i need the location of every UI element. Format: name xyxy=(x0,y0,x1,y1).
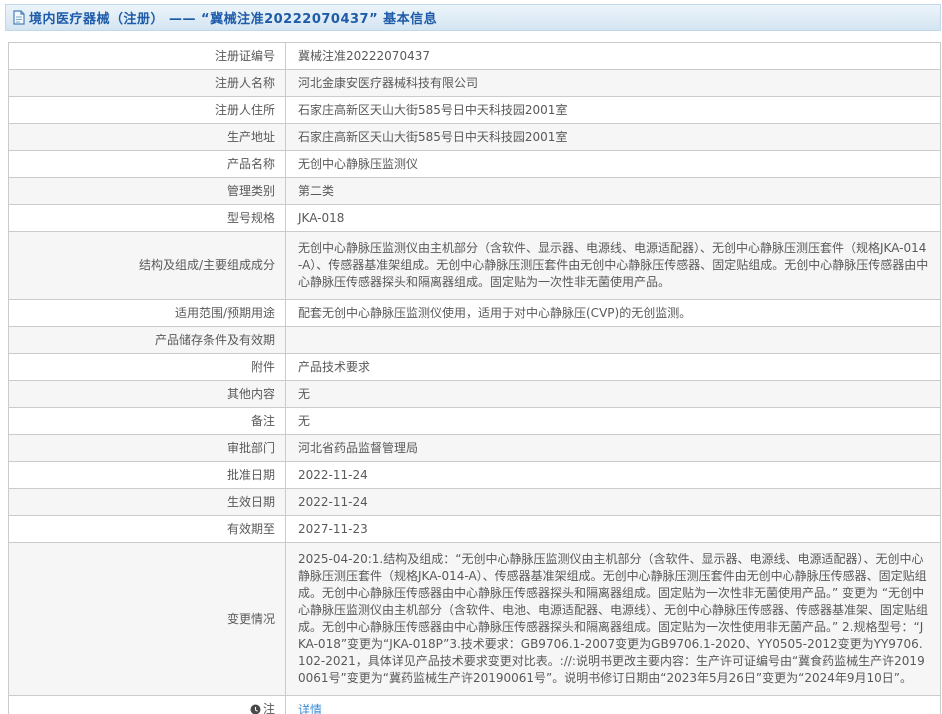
row-value: 配套无创中心静脉压监测仪使用，适用于对中心静脉压(CVP)的无创监测。 xyxy=(286,300,941,327)
table-row-note: 注 详情 xyxy=(9,696,941,714)
row-value: 无 xyxy=(286,381,941,408)
page-title: 境内医疗器械（注册） —— “冀械注准20222070437” 基本信息 xyxy=(29,8,437,27)
table-row: 产品储存条件及有效期 xyxy=(9,327,941,354)
row-label: 其他内容 xyxy=(9,381,286,408)
row-value: 石家庄高新区天山大街585号日中天科技园2001室 xyxy=(286,97,941,124)
row-value xyxy=(286,327,941,354)
row-label: 审批部门 xyxy=(9,435,286,462)
row-value: 产品技术要求 xyxy=(286,354,941,381)
row-label: 管理类别 xyxy=(9,178,286,205)
table-row: 生产地址 石家庄高新区天山大街585号日中天科技园2001室 xyxy=(9,124,941,151)
row-value: 2022-11-24 xyxy=(286,462,941,489)
row-value: 2027-11-23 xyxy=(286,516,941,543)
page-title-bar: 境内医疗器械（注册） —— “冀械注准20222070437” 基本信息 xyxy=(5,4,941,31)
table-row: 其他内容 无 xyxy=(9,381,941,408)
table-row: 生效日期 2022-11-24 xyxy=(9,489,941,516)
detail-link[interactable]: 详情 xyxy=(298,703,322,714)
row-value: 河北省药品监督管理局 xyxy=(286,435,941,462)
row-value: 第二类 xyxy=(286,178,941,205)
row-label: 产品名称 xyxy=(9,151,286,178)
row-value: 2025-04-20:1.结构及组成：“无创中心静脉压监测仪由主机部分（含软件、… xyxy=(286,543,941,696)
row-value: 冀械注准20222070437 xyxy=(286,43,941,70)
row-label: 注册人名称 xyxy=(9,70,286,97)
note-icon xyxy=(250,703,261,714)
row-value: 无创中心静脉压监测仪由主机部分（含软件、显示器、电源线、电源适配器）、无创中心静… xyxy=(286,232,941,300)
note-label: 注 xyxy=(263,702,275,714)
row-value: 详情 xyxy=(286,696,941,714)
row-value: 无 xyxy=(286,408,941,435)
table-row: 备注 无 xyxy=(9,408,941,435)
table-row: 审批部门 河北省药品监督管理局 xyxy=(9,435,941,462)
row-label: 备注 xyxy=(9,408,286,435)
registration-info-table: 注册证编号 冀械注准20222070437 注册人名称 河北金康安医疗器械科技有… xyxy=(8,42,941,714)
row-value: 2022-11-24 xyxy=(286,489,941,516)
table-row: 管理类别 第二类 xyxy=(9,178,941,205)
table-row: 批准日期 2022-11-24 xyxy=(9,462,941,489)
table-row-changes: 变更情况 2025-04-20:1.结构及组成：“无创中心静脉压监测仪由主机部分… xyxy=(9,543,941,696)
table-row: 产品名称 无创中心静脉压监测仪 xyxy=(9,151,941,178)
table-row: 注册证编号 冀械注准20222070437 xyxy=(9,43,941,70)
table-row: 有效期至 2027-11-23 xyxy=(9,516,941,543)
document-icon xyxy=(12,10,26,25)
table-row: 注册人名称 河北金康安医疗器械科技有限公司 xyxy=(9,70,941,97)
row-value: 无创中心静脉压监测仪 xyxy=(286,151,941,178)
row-label: 注 xyxy=(9,696,286,714)
table-row: 附件 产品技术要求 xyxy=(9,354,941,381)
row-label: 生效日期 xyxy=(9,489,286,516)
row-label: 产品储存条件及有效期 xyxy=(9,327,286,354)
row-label: 附件 xyxy=(9,354,286,381)
row-label: 批准日期 xyxy=(9,462,286,489)
row-label: 注册证编号 xyxy=(9,43,286,70)
row-label: 注册人住所 xyxy=(9,97,286,124)
table-row-structure: 结构及组成/主要组成成分 无创中心静脉压监测仪由主机部分（含软件、显示器、电源线… xyxy=(9,232,941,300)
row-label: 适用范围/预期用途 xyxy=(9,300,286,327)
row-value: 河北金康安医疗器械科技有限公司 xyxy=(286,70,941,97)
row-label: 型号规格 xyxy=(9,205,286,232)
row-value: JKA-018 xyxy=(286,205,941,232)
row-label: 结构及组成/主要组成成分 xyxy=(9,232,286,300)
row-label: 生产地址 xyxy=(9,124,286,151)
table-row: 注册人住所 石家庄高新区天山大街585号日中天科技园2001室 xyxy=(9,97,941,124)
row-label: 变更情况 xyxy=(9,543,286,696)
table-row: 适用范围/预期用途 配套无创中心静脉压监测仪使用，适用于对中心静脉压(CVP)的… xyxy=(9,300,941,327)
table-row: 型号规格 JKA-018 xyxy=(9,205,941,232)
row-value: 石家庄高新区天山大街585号日中天科技园2001室 xyxy=(286,124,941,151)
row-label: 有效期至 xyxy=(9,516,286,543)
